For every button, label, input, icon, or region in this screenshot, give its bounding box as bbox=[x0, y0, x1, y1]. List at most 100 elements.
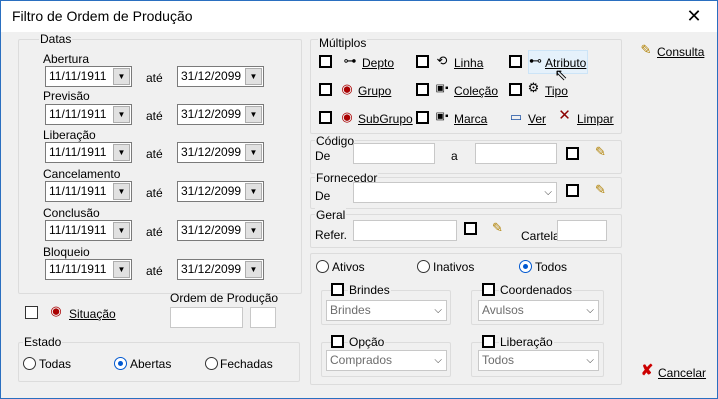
date-to-value: 31/12/2099 bbox=[181, 107, 242, 121]
opcao-select[interactable]: Comprados ⌵ bbox=[326, 350, 447, 371]
ver-icon: ▭ bbox=[509, 109, 523, 124]
opcao-label: Opção bbox=[348, 335, 386, 349]
dropdown-arrow-icon[interactable]: ▼ bbox=[245, 106, 262, 123]
coordenados-checkbox[interactable] bbox=[482, 283, 495, 296]
linha-checkbox[interactable] bbox=[416, 55, 429, 68]
opcao-checkbox[interactable] bbox=[331, 335, 344, 348]
ate-label: até bbox=[146, 225, 163, 239]
tipo-label[interactable]: Tipo bbox=[545, 84, 568, 98]
date-to-picker[interactable]: 31/12/2099 ▼ bbox=[177, 104, 264, 125]
subgrupo-label[interactable]: SubGrupo bbox=[358, 112, 413, 126]
codigo-search-icon[interactable]: ✎ bbox=[592, 145, 609, 159]
colecao-label[interactable]: Coleção bbox=[454, 84, 498, 98]
grupo-checkbox[interactable] bbox=[319, 83, 332, 96]
marca-checkbox[interactable] bbox=[416, 111, 429, 124]
coordenados-value: Avulsos bbox=[482, 303, 524, 317]
grupo-label[interactable]: Grupo bbox=[358, 84, 391, 98]
date-from-value: 11/11/1911 bbox=[49, 184, 107, 198]
consulta-button[interactable]: Consulta bbox=[657, 45, 704, 59]
date-from-picker[interactable]: 11/11/1911 ▼ bbox=[45, 66, 132, 87]
multiplos-group-label: Múltiplos bbox=[318, 36, 368, 50]
dropdown-arrow-icon[interactable]: ▼ bbox=[245, 144, 262, 161]
ate-label: até bbox=[146, 264, 163, 278]
liberacao-value: Todos bbox=[482, 353, 515, 367]
chevron-down-icon: ⌵ bbox=[434, 305, 442, 316]
cartela-input[interactable] bbox=[557, 220, 607, 241]
cancelar-button[interactable]: Cancelar bbox=[658, 366, 706, 380]
date-to-picker[interactable]: 31/12/2099 ▼ bbox=[177, 142, 264, 163]
estado-radio-todas[interactable] bbox=[23, 357, 36, 370]
radio-ativos[interactable] bbox=[316, 260, 329, 273]
opcao-value: Comprados bbox=[330, 353, 393, 367]
codigo-a-input[interactable] bbox=[475, 143, 557, 164]
dropdown-arrow-icon[interactable]: ▼ bbox=[113, 106, 130, 123]
dropdown-arrow-icon[interactable]: ▼ bbox=[113, 183, 130, 200]
estado-todas-label: Todas bbox=[39, 357, 72, 371]
ate-label: até bbox=[146, 186, 163, 200]
marca-label[interactable]: Marca bbox=[454, 112, 487, 126]
ordem-from-input[interactable] bbox=[170, 307, 243, 328]
liberacao-checkbox[interactable] bbox=[482, 335, 495, 348]
ate-label: até bbox=[146, 71, 163, 85]
close-icon[interactable]: ✕ bbox=[671, 1, 717, 32]
date-to-picker[interactable]: 31/12/2099 ▼ bbox=[177, 181, 264, 202]
fornecedor-search-icon[interactable]: ✎ bbox=[592, 183, 609, 197]
coordenados-label: Coordenados bbox=[499, 283, 574, 297]
dropdown-arrow-icon[interactable]: ▼ bbox=[113, 144, 130, 161]
radio-inativos[interactable] bbox=[417, 260, 430, 273]
cancelar-icon: ✘ bbox=[640, 362, 654, 379]
brindes-select[interactable]: Brindes ⌵ bbox=[326, 300, 447, 321]
geral-checkbox[interactable] bbox=[464, 222, 477, 235]
tipo-icon: ⚙ bbox=[527, 80, 540, 95]
dropdown-arrow-icon[interactable]: ▼ bbox=[113, 222, 130, 239]
geral-search-icon[interactable]: ✎ bbox=[489, 221, 506, 235]
colecao-checkbox[interactable] bbox=[416, 83, 429, 96]
situacao-label[interactable]: Situação bbox=[69, 307, 116, 321]
atributo-checkbox[interactable] bbox=[509, 55, 522, 68]
date-from-picker[interactable]: 11/11/1911 ▼ bbox=[45, 142, 132, 163]
geral-refer-input[interactable] bbox=[353, 220, 457, 241]
depto-checkbox[interactable] bbox=[319, 55, 332, 68]
dropdown-arrow-icon[interactable]: ▼ bbox=[113, 68, 130, 85]
date-from-value: 11/11/1911 bbox=[49, 145, 107, 159]
date-to-picker[interactable]: 31/12/2099 ▼ bbox=[177, 220, 264, 241]
tipo-checkbox[interactable] bbox=[509, 83, 522, 96]
codigo-de-label: De bbox=[315, 149, 331, 163]
datas-row-label: Liberação bbox=[43, 128, 96, 142]
dropdown-arrow-icon[interactable]: ▼ bbox=[113, 261, 130, 278]
situacao-icon: ◉ bbox=[50, 303, 62, 318]
ver-button[interactable]: Ver bbox=[528, 112, 546, 126]
depto-label[interactable]: Depto bbox=[362, 56, 394, 70]
radio-todos[interactable] bbox=[519, 260, 532, 273]
geral-refer-label: Refer. bbox=[315, 228, 348, 242]
date-from-value: 11/11/1911 bbox=[49, 262, 107, 276]
linha-label[interactable]: Linha bbox=[454, 56, 483, 70]
date-to-picker[interactable]: 31/12/2099 ▼ bbox=[177, 66, 264, 87]
dropdown-arrow-icon[interactable]: ▼ bbox=[245, 261, 262, 278]
codigo-checkbox[interactable] bbox=[566, 147, 579, 160]
date-from-picker[interactable]: 11/11/1911 ▼ bbox=[45, 220, 132, 241]
limpar-button[interactable]: Limpar bbox=[577, 112, 614, 126]
date-from-value: 11/11/1911 bbox=[49, 107, 107, 121]
date-from-picker[interactable]: 11/11/1911 ▼ bbox=[45, 259, 132, 280]
datas-row-label: Previsão bbox=[43, 89, 90, 103]
date-to-picker[interactable]: 31/12/2099 ▼ bbox=[177, 259, 264, 280]
codigo-de-input[interactable] bbox=[353, 143, 435, 164]
estado-radio-fechadas[interactable] bbox=[205, 357, 218, 370]
dropdown-arrow-icon[interactable]: ▼ bbox=[245, 68, 262, 85]
datas-row-label: Cancelamento bbox=[43, 167, 121, 181]
situacao-checkbox[interactable] bbox=[25, 306, 38, 319]
estado-radio-abertas[interactable] bbox=[114, 357, 127, 370]
dropdown-arrow-icon[interactable]: ▼ bbox=[245, 183, 262, 200]
liberacao-select[interactable]: Todos ⌵ bbox=[478, 350, 599, 371]
date-from-picker[interactable]: 11/11/1911 ▼ bbox=[45, 181, 132, 202]
brindes-checkbox[interactable] bbox=[331, 283, 344, 296]
fornecedor-checkbox[interactable] bbox=[566, 184, 579, 197]
coordenados-select[interactable]: Avulsos ⌵ bbox=[478, 300, 599, 321]
liberacao-label: Liberação bbox=[499, 335, 554, 349]
subgrupo-checkbox[interactable] bbox=[319, 111, 332, 124]
ordem-to-input[interactable] bbox=[250, 307, 276, 328]
dropdown-arrow-icon[interactable]: ▼ bbox=[245, 222, 262, 239]
fornecedor-select[interactable]: ⌵ bbox=[353, 182, 557, 203]
date-from-picker[interactable]: 11/11/1911 ▼ bbox=[45, 104, 132, 125]
